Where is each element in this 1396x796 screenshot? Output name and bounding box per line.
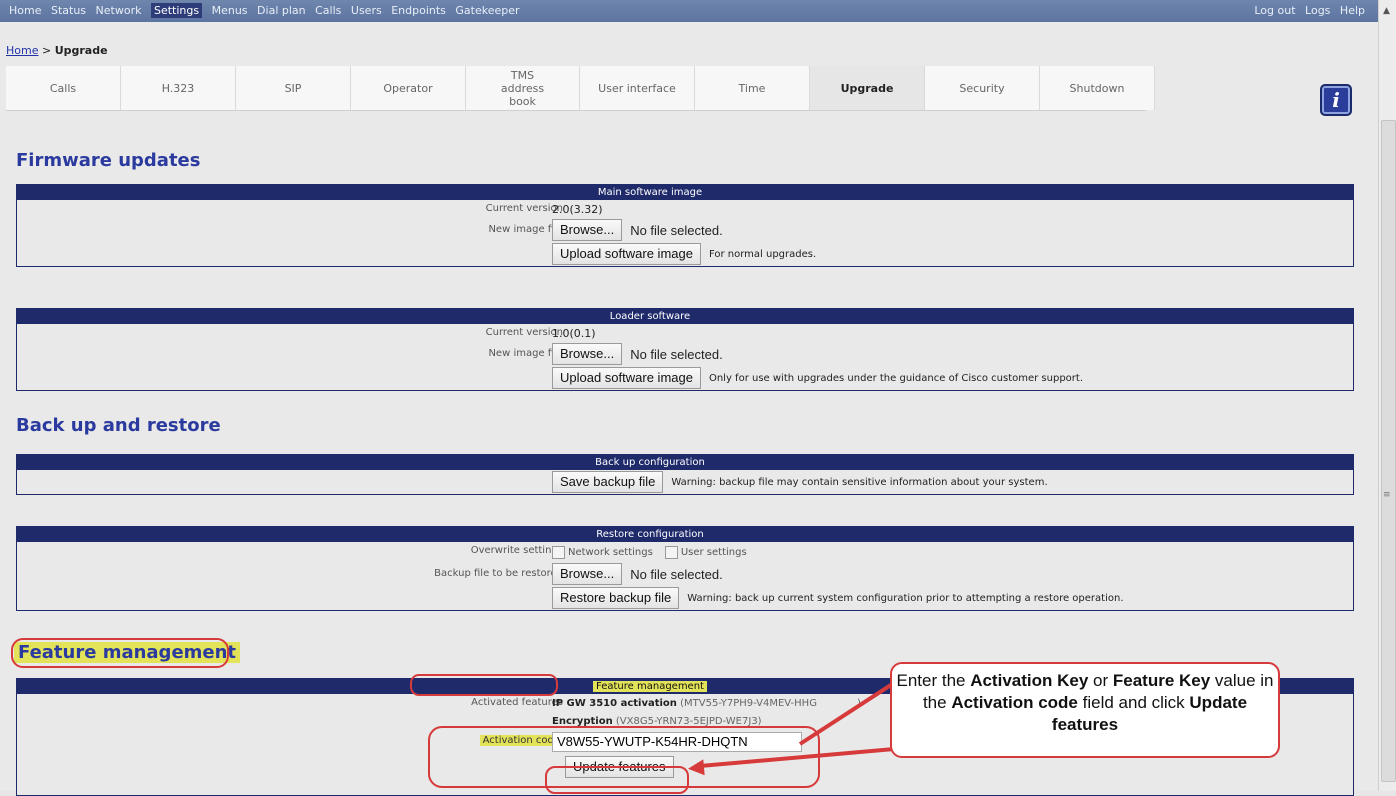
restore-backup-file-button[interactable]: Restore backup file xyxy=(552,587,680,609)
current-version-value: 1.0(0.1) xyxy=(552,326,596,340)
no-file-selected-text: No file selected. xyxy=(630,566,723,582)
no-file-selected-text: No file selected. xyxy=(630,222,723,238)
tab-h323[interactable]: H.323 xyxy=(121,66,236,110)
tab-operator[interactable]: Operator xyxy=(351,66,466,110)
nav-home[interactable]: Home xyxy=(9,4,41,17)
instruction-callout: Enter the Activation Key or Feature Key … xyxy=(890,662,1280,758)
user-settings-label: User settings xyxy=(680,546,747,558)
feature-encryption-key: (VX8G5-YRN73-5EJPD-WE7J3) xyxy=(615,715,762,727)
main-software-image-panel: Main software image Current version 2.0(… xyxy=(16,184,1354,267)
arrow-head-icon xyxy=(687,759,705,777)
nav-status[interactable]: Status xyxy=(51,4,86,17)
breadcrumb: Home > Upgrade xyxy=(6,44,108,57)
feature-encryption-name: Encryption xyxy=(552,715,613,727)
vertical-scrollbar[interactable]: ▲ ≡ xyxy=(1378,0,1396,791)
tab-upgrade[interactable]: Upgrade xyxy=(810,66,925,110)
upload-software-image-button[interactable]: Upload software image xyxy=(552,243,701,265)
callout-bold: Activation code xyxy=(951,693,1078,712)
network-settings-checkbox[interactable] xyxy=(552,545,565,559)
back-up-restore-title: Back up and restore xyxy=(16,415,221,436)
nav-network[interactable]: Network xyxy=(96,4,142,17)
feature-ipgw-name: IP GW 3510 activation xyxy=(552,697,677,709)
browse-button[interactable]: Browse... xyxy=(552,343,623,365)
info-icon[interactable]: i xyxy=(1320,84,1352,116)
update-button-highlight-oval xyxy=(545,766,689,794)
feature-management-header-label: Feature management xyxy=(593,681,707,692)
main-menu: Home Status Network Settings Menus Dial … xyxy=(6,3,523,18)
nav-dial-plan[interactable]: Dial plan xyxy=(257,4,306,17)
tab-shutdown[interactable]: Shutdown xyxy=(1040,66,1155,110)
top-navigation-bar: Home Status Network Settings Menus Dial … xyxy=(0,0,1378,22)
firmware-updates-title: Firmware updates xyxy=(16,150,201,171)
browse-button[interactable]: Browse... xyxy=(552,563,623,585)
network-settings-label: Network settings xyxy=(568,546,653,558)
scrollbar-thumb[interactable] xyxy=(1381,120,1396,782)
callout-text: or xyxy=(1088,671,1113,690)
callout-text: field and click xyxy=(1077,693,1190,712)
user-menu: Log out Logs Help xyxy=(1251,4,1368,17)
highlight-oval xyxy=(11,638,229,668)
main-content: Home > Upgrade Calls H.323 SIP Operator … xyxy=(0,22,1378,796)
browse-button[interactable]: Browse... xyxy=(552,219,623,241)
backup-file-label: Backup file to be restored xyxy=(434,568,563,579)
nav-users[interactable]: Users xyxy=(351,4,382,17)
panel-header: Loader software xyxy=(17,309,1353,324)
tab-security[interactable]: Security xyxy=(925,66,1040,110)
help-link[interactable]: Help xyxy=(1340,4,1365,17)
scrollbar-grip-icon: ≡ xyxy=(1383,490,1391,500)
loader-software-panel: Loader software Current version 1.0(0.1)… xyxy=(16,308,1354,391)
current-version-value: 2.0(3.32) xyxy=(552,202,603,216)
activated-features-label: Activated features xyxy=(471,697,563,708)
back-up-configuration-panel: Back up configuration Save backup file W… xyxy=(16,454,1354,495)
nav-endpoints[interactable]: Endpoints xyxy=(391,4,446,17)
scroll-up-icon[interactable]: ▲ xyxy=(1383,6,1390,16)
user-settings-checkbox[interactable] xyxy=(664,545,678,559)
nav-menus[interactable]: Menus xyxy=(212,4,248,17)
tab-tms-address-book[interactable]: TMS address book xyxy=(466,66,580,110)
breadcrumb-home-link[interactable]: Home xyxy=(6,44,38,57)
tab-calls[interactable]: Calls xyxy=(6,66,121,110)
save-backup-file-button[interactable]: Save backup file xyxy=(552,471,664,493)
no-file-selected-text: No file selected. xyxy=(630,346,723,362)
callout-text: Enter the xyxy=(896,671,971,690)
restore-configuration-panel: Restore configuration Overwrite settings… xyxy=(16,526,1354,611)
overwrite-settings-label: Overwrite settings xyxy=(470,545,563,556)
nav-gatekeeper[interactable]: Gatekeeper xyxy=(455,4,519,17)
upload-note: For normal upgrades. xyxy=(708,248,817,260)
logs-link[interactable]: Logs xyxy=(1305,4,1330,17)
header-highlight-oval xyxy=(410,674,558,696)
log-out-link[interactable]: Log out xyxy=(1254,4,1295,17)
breadcrumb-separator: > xyxy=(41,44,52,57)
nav-calls[interactable]: Calls xyxy=(315,4,341,17)
callout-bold: Feature Key xyxy=(1112,671,1211,690)
breadcrumb-current: Upgrade xyxy=(54,44,108,57)
nav-settings[interactable]: Settings xyxy=(150,3,203,18)
tab-user-interface[interactable]: User interface xyxy=(580,66,695,110)
panel-header: Main software image xyxy=(17,185,1353,200)
panel-header: Back up configuration xyxy=(17,455,1353,470)
upload-software-image-button[interactable]: Upload software image xyxy=(552,367,701,389)
tab-time[interactable]: Time xyxy=(695,66,810,110)
upload-note: Only for use with upgrades under the gui… xyxy=(708,372,1084,384)
tab-sip[interactable]: SIP xyxy=(236,66,351,110)
feature-ipgw-key: (MTV55-Y7PH9-V4MEV-HHG xyxy=(680,697,817,709)
restore-warning-note: Warning: back up current system configur… xyxy=(687,592,1124,604)
settings-tabs: Calls H.323 SIP Operator TMS address boo… xyxy=(6,66,1155,110)
backup-warning-note: Warning: backup file may contain sensiti… xyxy=(671,476,1048,488)
tab-strip-divider xyxy=(6,110,1146,111)
panel-header: Restore configuration xyxy=(17,527,1353,542)
callout-bold: Activation Key xyxy=(970,671,1089,690)
